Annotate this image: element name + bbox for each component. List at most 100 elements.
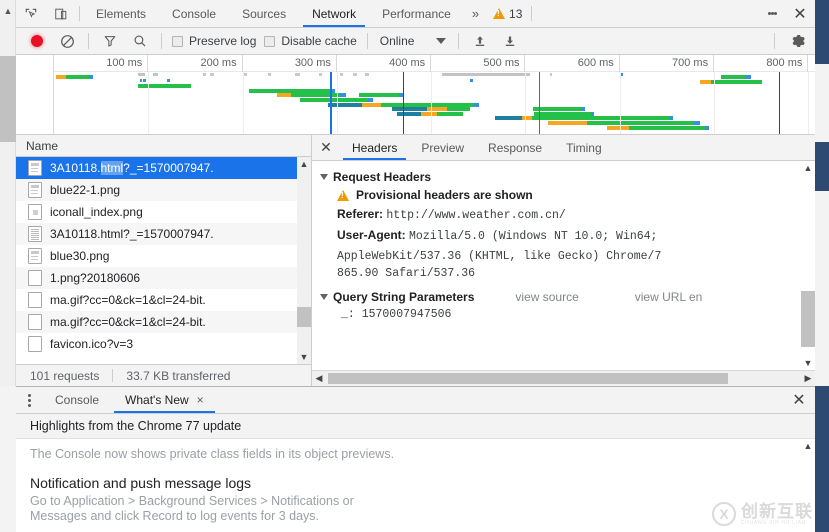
view-url-encoded-link[interactable]: view URL en — [635, 290, 703, 304]
tab-elements[interactable]: Elements — [83, 0, 159, 27]
table-row[interactable]: 3A10118.html?_=1570007947. — [16, 157, 311, 179]
tab-preview[interactable]: Preview — [409, 135, 476, 160]
tab-label: Sources — [242, 7, 286, 21]
search-icon[interactable] — [125, 28, 155, 54]
overview-timeline[interactable]: 100 ms200 ms300 ms400 ms500 ms600 ms700 … — [54, 55, 815, 134]
scroll-up-icon[interactable]: ▲ — [0, 4, 16, 18]
image-icon — [28, 248, 42, 264]
tab-response[interactable]: Response — [476, 135, 554, 160]
tab-console[interactable]: Console — [159, 0, 229, 27]
disable-cache-checkbox[interactable]: Disable cache — [260, 34, 360, 48]
image-icon — [28, 182, 42, 198]
document-icon — [28, 160, 42, 176]
waterfall-bar-segment — [249, 89, 331, 93]
preserve-log-label: Preserve log — [189, 34, 256, 48]
hscrollbar-thumb[interactable] — [328, 373, 728, 384]
tab-timing[interactable]: Timing — [554, 135, 614, 160]
waterfall-bar-segment — [291, 93, 339, 97]
drawer-tab-console[interactable]: Console — [42, 387, 112, 413]
scroll-up-icon[interactable]: ▲ — [801, 439, 815, 453]
waterfall-tick-mark — [340, 73, 344, 76]
request-headers-section[interactable]: Request Headers — [320, 170, 815, 184]
record-button-icon[interactable] — [22, 28, 52, 54]
request-details-pane: ✕ Headers Preview Response Timing Reques… — [312, 135, 815, 386]
scroll-left-icon[interactable]: ◀ — [312, 371, 326, 386]
devtools-panel: Elements Console Sources Network Perform… — [16, 0, 815, 532]
table-row[interactable]: iconall_index.png — [16, 201, 311, 223]
device-toolbar-icon[interactable] — [46, 0, 76, 27]
throttling-value: Online — [380, 34, 415, 48]
drawer-tab-whats-new[interactable]: What's New × — [112, 387, 217, 413]
table-row[interactable]: 3A10118.html?_=1570007947. — [16, 223, 311, 245]
gridline — [148, 72, 149, 134]
close-icon[interactable]: × — [197, 393, 204, 407]
scroll-up-icon[interactable]: ▲ — [801, 161, 815, 175]
scroll-right-icon[interactable]: ▶ — [801, 371, 815, 386]
scroll-up-icon[interactable]: ▲ — [297, 157, 311, 171]
waterfall-tick-mark — [210, 73, 214, 76]
waterfall-bar-segment — [89, 75, 93, 79]
waterfall-bar-segment — [534, 112, 590, 116]
import-har-icon[interactable] — [465, 28, 495, 54]
request-scrollbar-thumb[interactable] — [297, 307, 311, 327]
page-scrollbar[interactable]: ▲ — [0, 0, 16, 386]
tab-sources[interactable]: Sources — [229, 0, 299, 27]
scrollbar-thumb[interactable] — [801, 291, 815, 347]
waterfall-bar-segment — [447, 107, 470, 111]
load-event-line — [403, 72, 405, 134]
axis-tick-label: 200 ms — [148, 55, 242, 72]
tab-label: What's New — [125, 393, 189, 407]
tab-network[interactable]: Network — [299, 0, 369, 27]
scroll-down-icon[interactable]: ▼ — [297, 350, 311, 364]
header-value: Mozilla/5.0 (Windows NT 10.0; Win64; — [409, 230, 657, 243]
waterfall-bar-segment — [427, 107, 446, 111]
query-param-row: _: 1570007947506 — [341, 308, 815, 321]
inspect-element-icon[interactable] — [16, 0, 46, 27]
kebab-menu-icon[interactable] — [16, 387, 42, 413]
preserve-log-checkbox[interactable]: Preserve log — [168, 34, 260, 48]
query-string-section[interactable]: Query String Parameters view source view… — [320, 290, 815, 304]
request-name: 1.png?20180606 — [50, 271, 140, 285]
scrollbar-thumb[interactable] — [0, 56, 16, 142]
scroll-down-icon[interactable]: ▼ — [801, 356, 815, 370]
request-list[interactable]: 3A10118.html?_=1570007947.blue22-1.pngic… — [16, 157, 311, 364]
waterfall-bar-segment — [721, 75, 745, 79]
tab-performance[interactable]: Performance — [369, 0, 464, 27]
table-row[interactable]: blue22-1.png — [16, 179, 311, 201]
network-overview[interactable]: 100 ms200 ms300 ms400 ms500 ms600 ms700 … — [16, 55, 815, 135]
more-tabs-icon[interactable]: » — [464, 0, 487, 27]
clear-icon[interactable] — [52, 28, 82, 54]
table-row[interactable]: ma.gif?cc=0&ck=1&cl=24-bit. — [16, 311, 311, 333]
waterfall-bar-segment — [495, 116, 523, 120]
status-badge[interactable]: 13 — [487, 0, 528, 27]
table-row[interactable]: favicon.ico?v=3 — [16, 333, 311, 355]
table-row[interactable]: 1.png?20180606 — [16, 267, 311, 289]
waterfall-bar-segment — [548, 121, 588, 125]
gear-icon[interactable] — [781, 33, 815, 49]
close-icon[interactable]: ✕ — [785, 0, 815, 27]
request-name: 3A10118.html?_=1570007947. — [50, 227, 214, 241]
table-row[interactable]: blue30.png — [16, 245, 311, 267]
drawer-close-icon[interactable]: ✕ — [783, 387, 815, 413]
throttling-select[interactable]: Online — [374, 34, 453, 48]
filter-icon[interactable] — [95, 28, 125, 54]
export-har-icon[interactable] — [495, 28, 525, 54]
close-icon[interactable]: ✕ — [312, 135, 340, 160]
table-row[interactable]: ma.gif?cc=0&ck=1&cl=24-bit. — [16, 289, 311, 311]
toolbar-divider — [88, 33, 89, 49]
tab-headers[interactable]: Headers — [340, 135, 409, 160]
view-source-link[interactable]: view source — [515, 290, 578, 304]
details-scrollbar[interactable]: ▲ ▼ — [801, 161, 815, 370]
tab-label: Headers — [352, 141, 397, 155]
request-name: iconall_index.png — [50, 205, 143, 219]
waterfall-tick-mark — [365, 73, 369, 76]
details-horizontal-scrollbar[interactable]: ◀ ▶ — [312, 370, 815, 386]
axis-tick-label: 700 ms — [620, 55, 714, 72]
waterfall-bar-segment — [138, 84, 191, 88]
waterfall-tick-mark — [268, 73, 271, 76]
request-list-pane: Name 3A10118.html?_=1570007947.blue22-1.… — [16, 135, 312, 386]
column-header-name[interactable]: Name — [16, 135, 311, 157]
kebab-menu-icon[interactable] — [759, 0, 785, 27]
whats-new-scrollbar[interactable]: ▲ — [801, 439, 815, 532]
header-referer: Referer: http://www.weather.com.cn/ — [337, 206, 815, 224]
